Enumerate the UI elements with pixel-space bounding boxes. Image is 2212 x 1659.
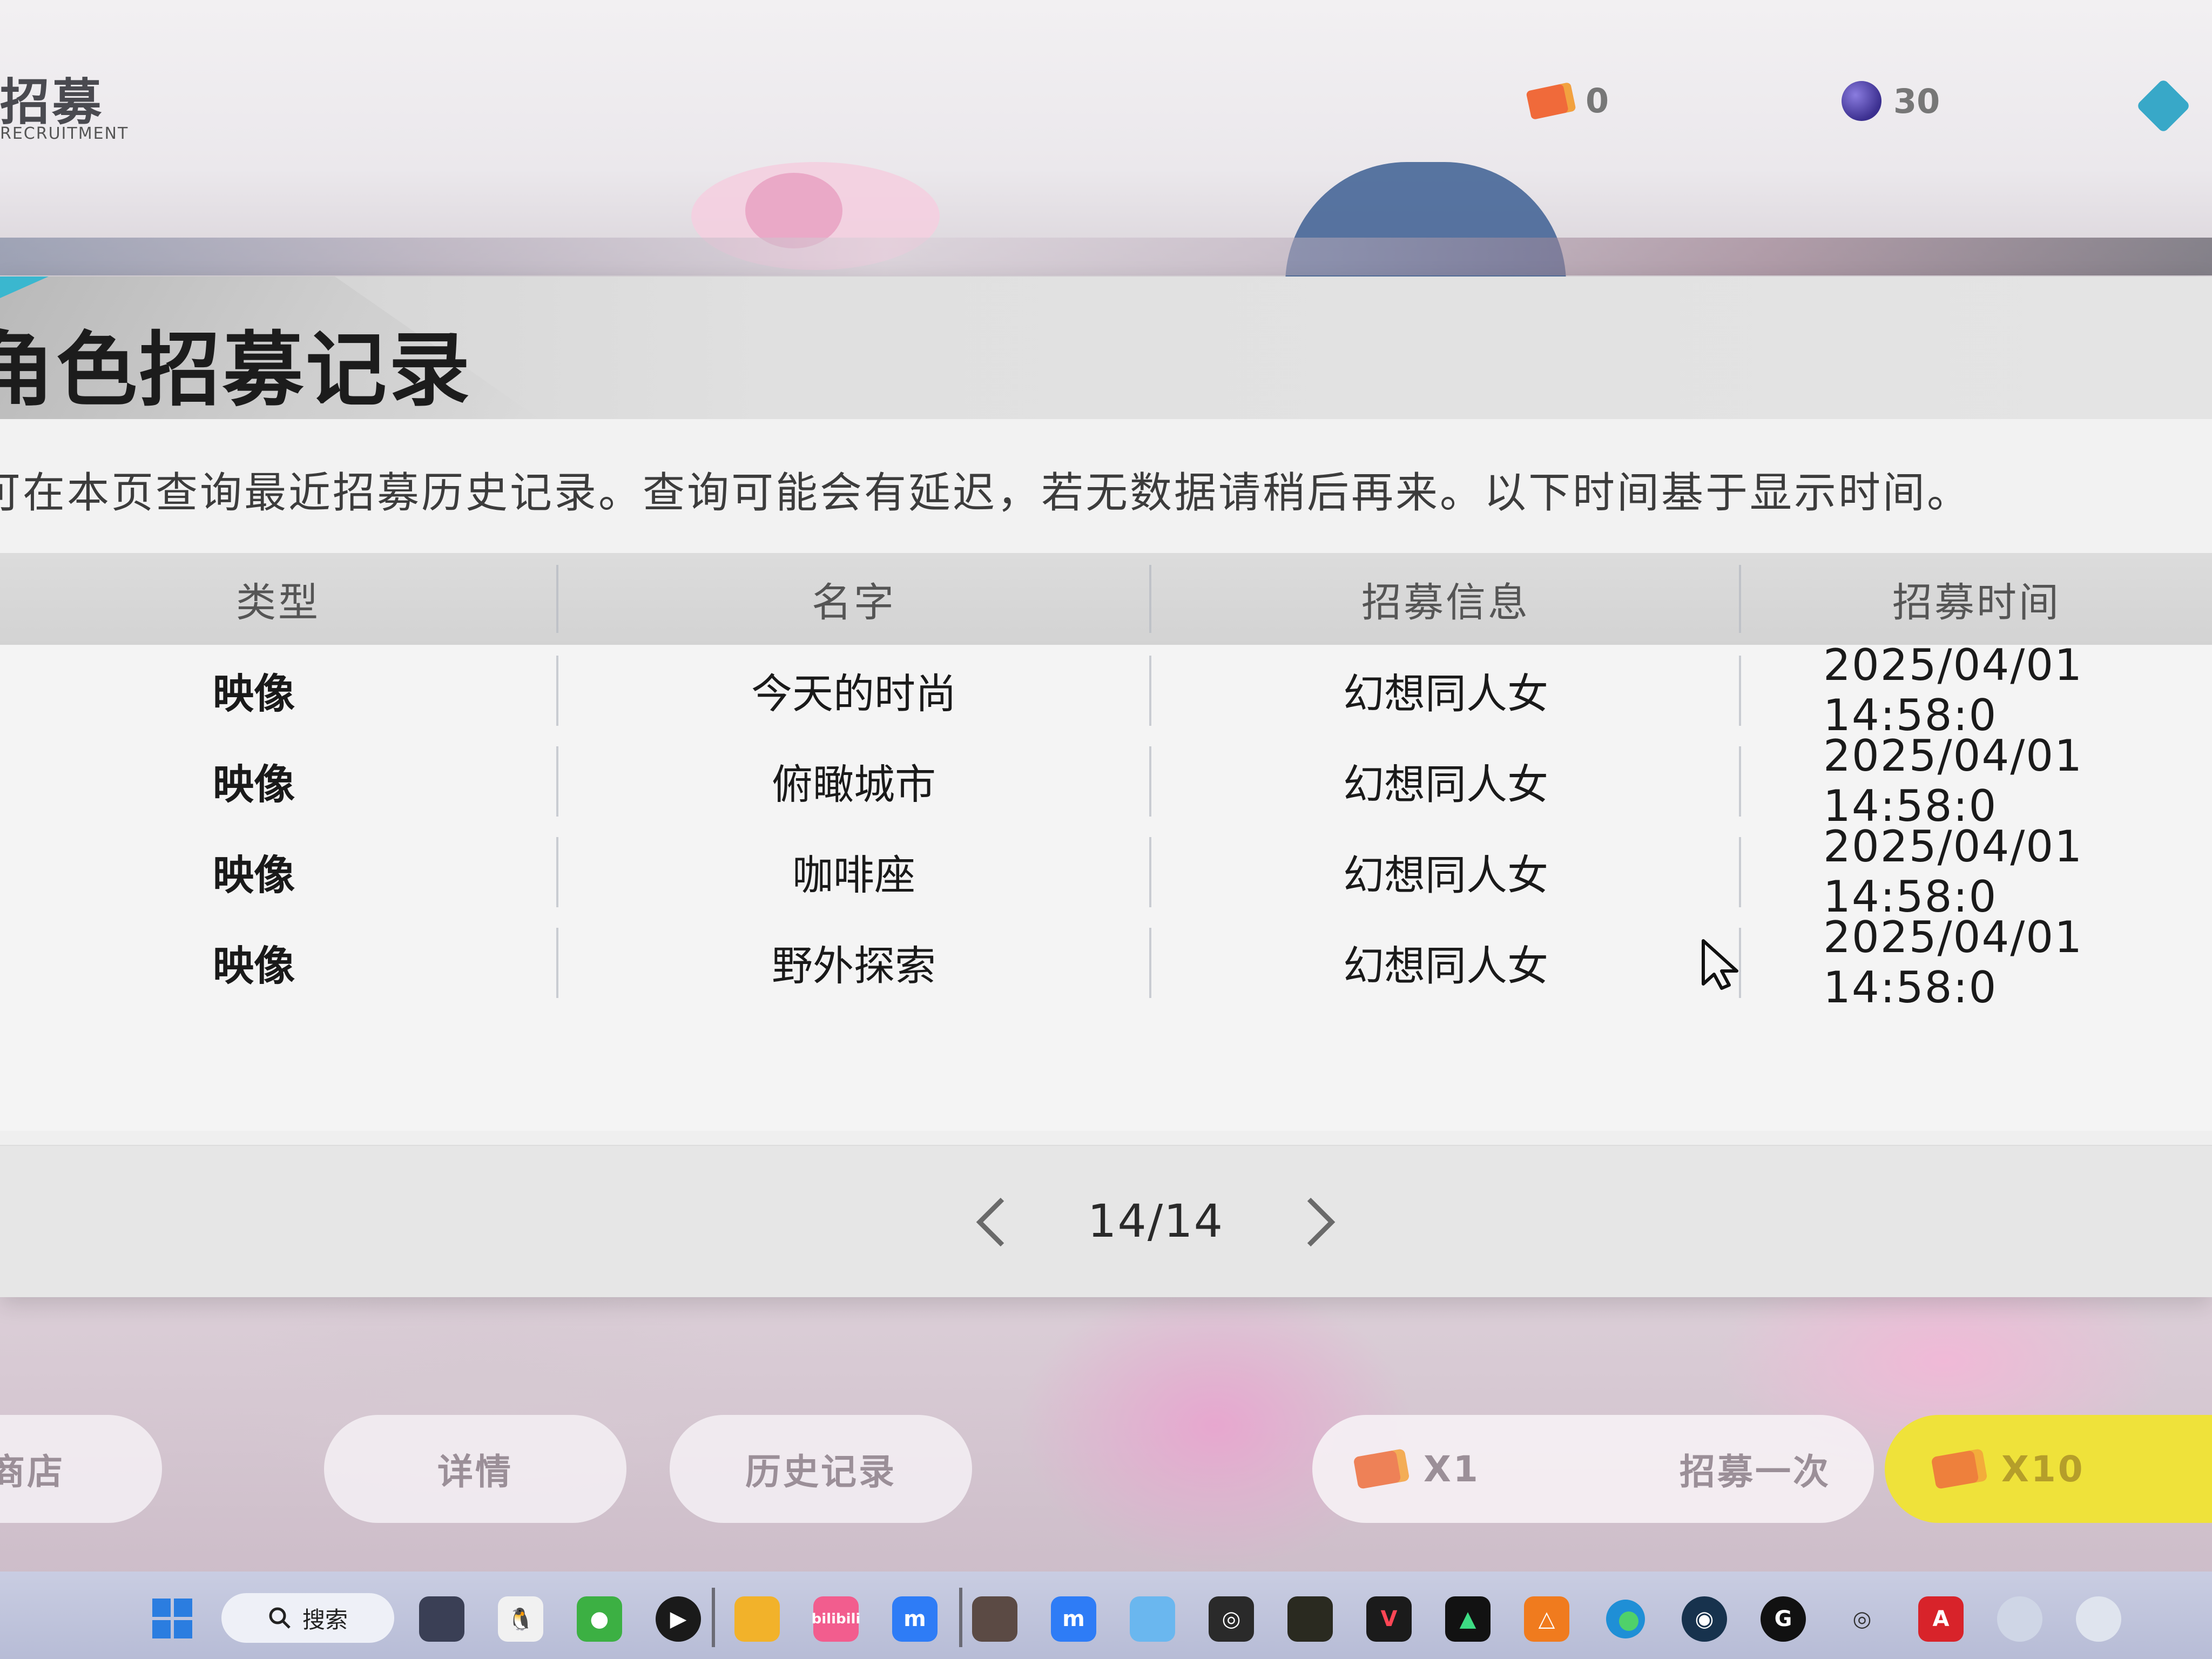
table-row[interactable]: 映像 俯瞰城市 幻想同人女 2025/04/01 14:58:0 xyxy=(0,731,2212,831)
cell-time: 2025/04/01 14:58:0 xyxy=(1823,821,2083,922)
panel-description: 可在本页查询最近招募历史记录。查询可能会有延迟，若无数据请稍后再来。以下时间基于… xyxy=(0,469,1972,517)
qq-game-icon[interactable] xyxy=(1130,1596,1175,1642)
cell-info: 幻想同人女 xyxy=(1343,942,1548,990)
header-time: 招募时间 xyxy=(1892,579,2061,626)
cell-name: 俯瞰城市 xyxy=(772,760,936,808)
pull-ten-count: X10 xyxy=(2001,1448,2085,1490)
cell-info: 幻想同人女 xyxy=(1343,670,1548,718)
nvidia-icon[interactable]: ▲ xyxy=(1445,1596,1491,1642)
pull-once-label: 招募一次 xyxy=(1680,1451,1831,1493)
cell-time: 2025/04/01 14:58:0 xyxy=(1823,912,2083,1013)
wechat-icon[interactable]: ● xyxy=(577,1596,622,1642)
bilibili-icon[interactable]: bilibili xyxy=(812,1596,860,1642)
table-row[interactable]: 映像 咖啡座 幻想同人女 2025/04/01 14:58:0 xyxy=(0,821,2212,922)
ticket-count: 0 xyxy=(1586,81,1609,120)
page-indicator: 14/14 xyxy=(1087,1195,1224,1247)
app-m2-icon[interactable]: m xyxy=(1051,1596,1096,1642)
search-label: 搜索 xyxy=(302,1606,348,1633)
windows-logo-icon xyxy=(152,1620,171,1638)
cell-name: 野外探索 xyxy=(772,942,936,990)
table-row[interactable]: 映像 野外探索 幻想同人女 2025/04/01 14:58:0 xyxy=(0,912,2212,1013)
taskbar-divider xyxy=(712,1588,715,1647)
ticket-icon xyxy=(1931,1448,1988,1489)
header-type: 类型 xyxy=(236,579,320,626)
cell-type: 映像 xyxy=(213,760,295,808)
task-view-icon[interactable] xyxy=(419,1596,464,1642)
valorant-icon[interactable]: V xyxy=(1366,1596,1412,1642)
banner-strip-art xyxy=(0,238,2212,275)
cell-type: 映像 xyxy=(213,851,295,899)
ticket-icon xyxy=(1526,82,1576,120)
app-launcher-icon[interactable]: ◎ xyxy=(1209,1596,1254,1642)
table-header: 类型 名字 招募信息 招募时间 xyxy=(0,553,2212,645)
pull-once-count: X1 xyxy=(1424,1448,1480,1490)
anime-avatar-icon[interactable] xyxy=(1997,1596,2042,1642)
app-circle-icon[interactable]: ◎ xyxy=(1839,1596,1885,1642)
windows-logo-icon xyxy=(152,1599,171,1617)
pull-ten-button[interactable]: X10 xyxy=(1885,1415,2212,1523)
cell-type: 映像 xyxy=(213,670,295,718)
column-divider xyxy=(1739,746,1741,817)
cell-type: 映像 xyxy=(213,942,295,990)
column-divider xyxy=(1739,837,1741,907)
orb-count: 30 xyxy=(1893,81,1940,121)
pull-once-cost: X1 xyxy=(1353,1448,1480,1490)
search-icon xyxy=(269,1607,291,1629)
chevron-left-icon xyxy=(976,1197,1004,1247)
shop-button[interactable]: 商店 xyxy=(0,1415,162,1523)
start-button[interactable] xyxy=(152,1599,193,1640)
taskbar-divider xyxy=(959,1588,962,1647)
column-divider xyxy=(1739,656,1741,726)
app-m-icon[interactable]: m xyxy=(892,1596,938,1642)
ticket-icon xyxy=(1353,1448,1410,1489)
cell-name: 今天的时尚 xyxy=(751,670,956,718)
header-info: 招募信息 xyxy=(1361,579,1530,626)
character-bow-art xyxy=(745,173,842,248)
orb-icon xyxy=(1842,81,1881,121)
next-page-button[interactable] xyxy=(1291,1192,1350,1252)
g-hub-icon[interactable]: G xyxy=(1761,1596,1806,1642)
panel-title: 角色招募记录 xyxy=(0,322,473,417)
anime-avatar2-icon[interactable] xyxy=(2076,1596,2121,1642)
pagination: 14/14 xyxy=(0,1145,2212,1297)
recruit-subtitle: RECRUITMENT xyxy=(0,124,129,143)
file-explorer-icon[interactable] xyxy=(734,1596,780,1642)
chevron-right-icon xyxy=(1307,1197,1336,1247)
history-button[interactable]: 历史记录 xyxy=(670,1415,972,1523)
table-row[interactable]: 映像 今天的时尚 幻想同人女 2025/04/01 14:58:0 xyxy=(0,640,2212,740)
edge-icon[interactable] xyxy=(1603,1596,1648,1642)
prev-page-button[interactable] xyxy=(961,1192,1021,1252)
cell-info: 幻想同人女 xyxy=(1343,760,1548,808)
cell-time: 2025/04/01 14:58:0 xyxy=(1823,731,2083,831)
game-avatar-icon[interactable] xyxy=(972,1596,1017,1642)
panel-header: 角色招募记录 xyxy=(0,276,2212,419)
windows-logo-icon xyxy=(174,1599,192,1617)
cell-time: 2025/04/01 14:58:0 xyxy=(1823,640,2083,740)
pull-once-button[interactable]: X1 招募一次 xyxy=(1312,1415,1874,1523)
orb-counter[interactable]: 30 xyxy=(1842,81,1940,121)
taskbar: 搜索 🐧 ● ▶ bilibili m m ◎ V ▲ △ ◉ G ◎ A xyxy=(0,1572,2212,1659)
game-cod-icon[interactable] xyxy=(1287,1596,1333,1642)
header-name: 名字 xyxy=(812,579,896,626)
autocad-icon[interactable]: A xyxy=(1918,1596,1964,1642)
mouse-cursor-icon xyxy=(1702,939,1738,990)
ticket-counter[interactable]: 0 xyxy=(1526,81,1609,120)
recruit-title: 招募 xyxy=(0,73,104,131)
windows-logo-icon xyxy=(174,1620,192,1638)
app-warning-icon[interactable]: △ xyxy=(1524,1596,1569,1642)
table-body: 映像 今天的时尚 幻想同人女 2025/04/01 14:58:0 映像 俯瞰城… xyxy=(0,640,2212,1131)
steam-icon[interactable]: ◉ xyxy=(1682,1596,1727,1642)
recruit-history-panel: 角色招募记录 可在本页查询最近招募历史记录。查询可能会有延迟，若无数据请稍后再来… xyxy=(0,276,2212,1297)
cell-info: 幻想同人女 xyxy=(1343,851,1548,899)
taskbar-search[interactable]: 搜索 xyxy=(221,1593,394,1643)
cell-name: 咖啡座 xyxy=(792,851,915,899)
game-background-bottom xyxy=(0,1285,2212,1577)
media-player-icon[interactable]: ▶ xyxy=(656,1596,701,1642)
qq-icon[interactable]: 🐧 xyxy=(498,1596,543,1642)
detail-button[interactable]: 详情 xyxy=(324,1415,626,1523)
